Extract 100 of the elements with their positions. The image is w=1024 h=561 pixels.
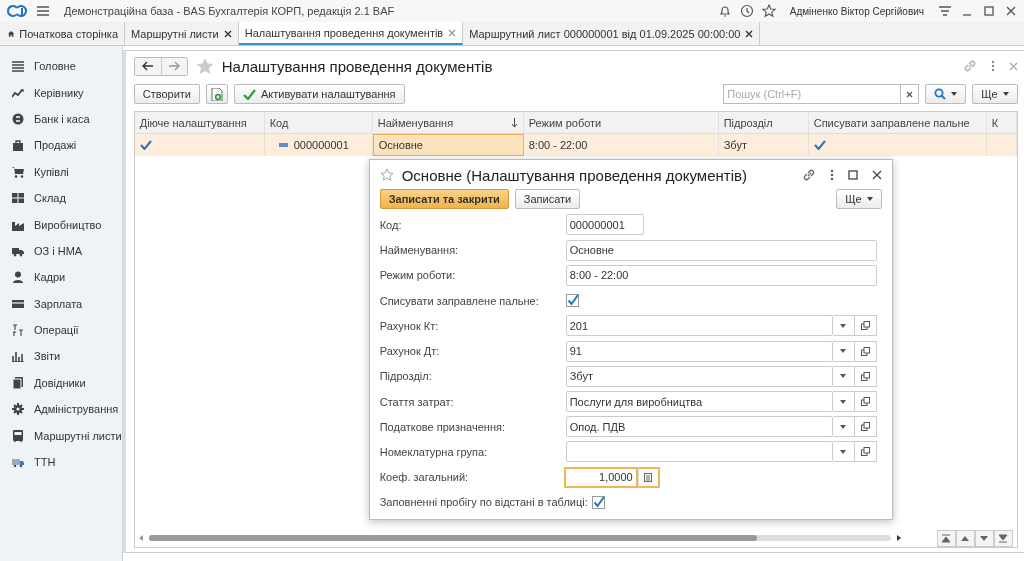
sidebar-item[interactable]: Купівлі <box>0 158 122 185</box>
sidebar-item[interactable]: Склад <box>0 184 122 212</box>
last-row-button[interactable] <box>993 529 1013 547</box>
open-button[interactable] <box>854 340 877 362</box>
star-icon[interactable] <box>761 4 776 18</box>
column-header[interactable]: К <box>986 112 1017 133</box>
link-icon[interactable] <box>801 168 816 183</box>
input-field[interactable]: 91 <box>565 340 833 362</box>
column-header[interactable]: Режим роботи <box>523 112 719 133</box>
search-field[interactable]: Пошук (Ctrl+F) <box>723 84 902 104</box>
input-field[interactable] <box>565 441 833 463</box>
input-field[interactable]: Опод. ПДВ <box>565 416 833 438</box>
maximize-icon[interactable] <box>982 4 996 18</box>
person-icon <box>12 271 24 284</box>
column-header[interactable]: Найменування <box>372 112 524 133</box>
sidebar-item[interactable]: ОЗ і НМА <box>0 237 122 265</box>
close-icon[interactable] <box>745 29 754 38</box>
checkbox[interactable] <box>565 294 579 308</box>
table-cell: Збут <box>718 134 809 156</box>
first-row-button[interactable] <box>936 529 956 547</box>
column-header[interactable]: Діюче налаштування <box>134 112 265 133</box>
create-button[interactable]: Створити <box>133 84 200 104</box>
input-field[interactable]: 000000001 <box>565 214 644 236</box>
previous-row-button[interactable] <box>955 529 975 547</box>
clear-icon[interactable] <box>906 90 914 98</box>
calculator-button[interactable] <box>637 466 660 488</box>
scroll-left-icon[interactable] <box>138 535 143 541</box>
next-row-icon <box>979 533 990 543</box>
sidebar-item[interactable]: ТТН <box>0 448 122 476</box>
sidebar-item[interactable]: Продажі <box>0 132 122 159</box>
table-row[interactable]: 000000001 Основне 8:00 - 22:00 Збут <box>134 134 1017 156</box>
field-label: Режим роботи: <box>379 269 457 282</box>
history-icon[interactable] <box>739 4 754 18</box>
close-icon[interactable] <box>223 29 232 38</box>
bell-icon[interactable] <box>717 4 732 18</box>
more-icon[interactable] <box>829 169 834 182</box>
sidebar-item[interactable]: Керівнику <box>0 79 122 106</box>
caret-icon <box>1002 92 1009 96</box>
table-cell: 8:00 - 22:00 <box>523 134 719 156</box>
close-icon[interactable] <box>871 170 882 181</box>
logo-icon <box>6 4 28 18</box>
input-field[interactable]: 201 <box>565 315 833 337</box>
column-header[interactable]: Списувати заправлене пальне <box>808 112 987 133</box>
scroll-right-icon[interactable] <box>896 535 901 541</box>
clear-button[interactable] <box>901 84 920 104</box>
input-field[interactable]: 8:00 - 22:00 <box>565 264 877 286</box>
open-button[interactable] <box>854 315 877 337</box>
horizontal-scrollbar[interactable] <box>148 535 891 541</box>
more-button[interactable]: Ще <box>972 84 1018 104</box>
search-icon <box>934 88 947 100</box>
more-icon[interactable] <box>990 60 995 72</box>
sidebar-item[interactable]: Банк і каса <box>0 105 122 133</box>
search-button[interactable] <box>925 84 967 104</box>
input-field[interactable]: Основне <box>565 239 877 261</box>
app-title: Демонстраційна база - BAS Бухгалтерія КОРП, редакція 2.1 BAF <box>64 5 396 17</box>
field-label: Коеф. загальний: <box>379 471 470 484</box>
menu-icon[interactable] <box>36 4 50 18</box>
checkmark-icon <box>242 88 256 100</box>
input-field[interactable]: Збут <box>565 365 833 387</box>
list-icon <box>12 60 24 73</box>
filter-icon[interactable] <box>938 4 952 18</box>
copy-button[interactable] <box>205 84 228 104</box>
user-name[interactable]: Адміненко Віктор Сергійович <box>789 5 924 17</box>
field-label: Списувати заправлене пальне: <box>379 294 540 307</box>
open-button[interactable] <box>854 365 877 387</box>
next-row-button[interactable] <box>974 529 994 547</box>
sidebar-item[interactable]: Кадри <box>0 264 122 291</box>
save-button[interactable]: Записати <box>514 189 581 210</box>
open-button[interactable] <box>854 441 877 463</box>
sidebar-item[interactable]: Маршрутні листи <box>0 422 122 449</box>
sidebar-item[interactable]: Довідники <box>0 369 122 397</box>
windows-icon <box>860 447 870 457</box>
checkbox[interactable] <box>591 495 605 509</box>
caret-icon <box>840 323 847 328</box>
dropdown-button[interactable] <box>832 391 855 412</box>
column-header[interactable]: Підрозділ <box>718 112 809 133</box>
more-button[interactable]: Ще <box>836 189 882 210</box>
sidebar-item[interactable]: Адміністрування <box>0 396 122 423</box>
maximize-icon[interactable] <box>847 170 858 181</box>
sidebar-item[interactable]: Виробництво <box>0 211 122 238</box>
close-icon[interactable] <box>1004 4 1018 18</box>
back-button[interactable] <box>134 57 161 75</box>
sidebar-item[interactable]: Операції <box>0 316 122 344</box>
input-field[interactable]: 1,0000 <box>563 466 638 488</box>
sidebar-item[interactable]: Звіти <box>0 343 122 370</box>
windows-icon <box>860 346 870 356</box>
input-field[interactable]: Послуги для виробництва <box>565 391 833 412</box>
open-button[interactable] <box>854 391 877 412</box>
star-icon[interactable] <box>195 57 214 75</box>
activate-button[interactable]: Активувати налаштування <box>233 84 405 104</box>
page-title: Налаштування проведення документів <box>221 57 494 75</box>
field-label: Рахунок Дт: <box>379 345 441 358</box>
caret-icon <box>951 92 958 96</box>
open-button[interactable] <box>854 416 877 438</box>
column-header[interactable]: Код <box>264 112 373 133</box>
tab[interactable]: Налаштування проведення документів <box>238 22 464 45</box>
star-icon[interactable] <box>379 168 394 183</box>
save-and-close-button[interactable]: Записати та закрити <box>379 189 509 210</box>
sidebar-item[interactable]: Головне <box>0 53 122 80</box>
sidebar-item[interactable]: Зарплата <box>0 290 122 317</box>
